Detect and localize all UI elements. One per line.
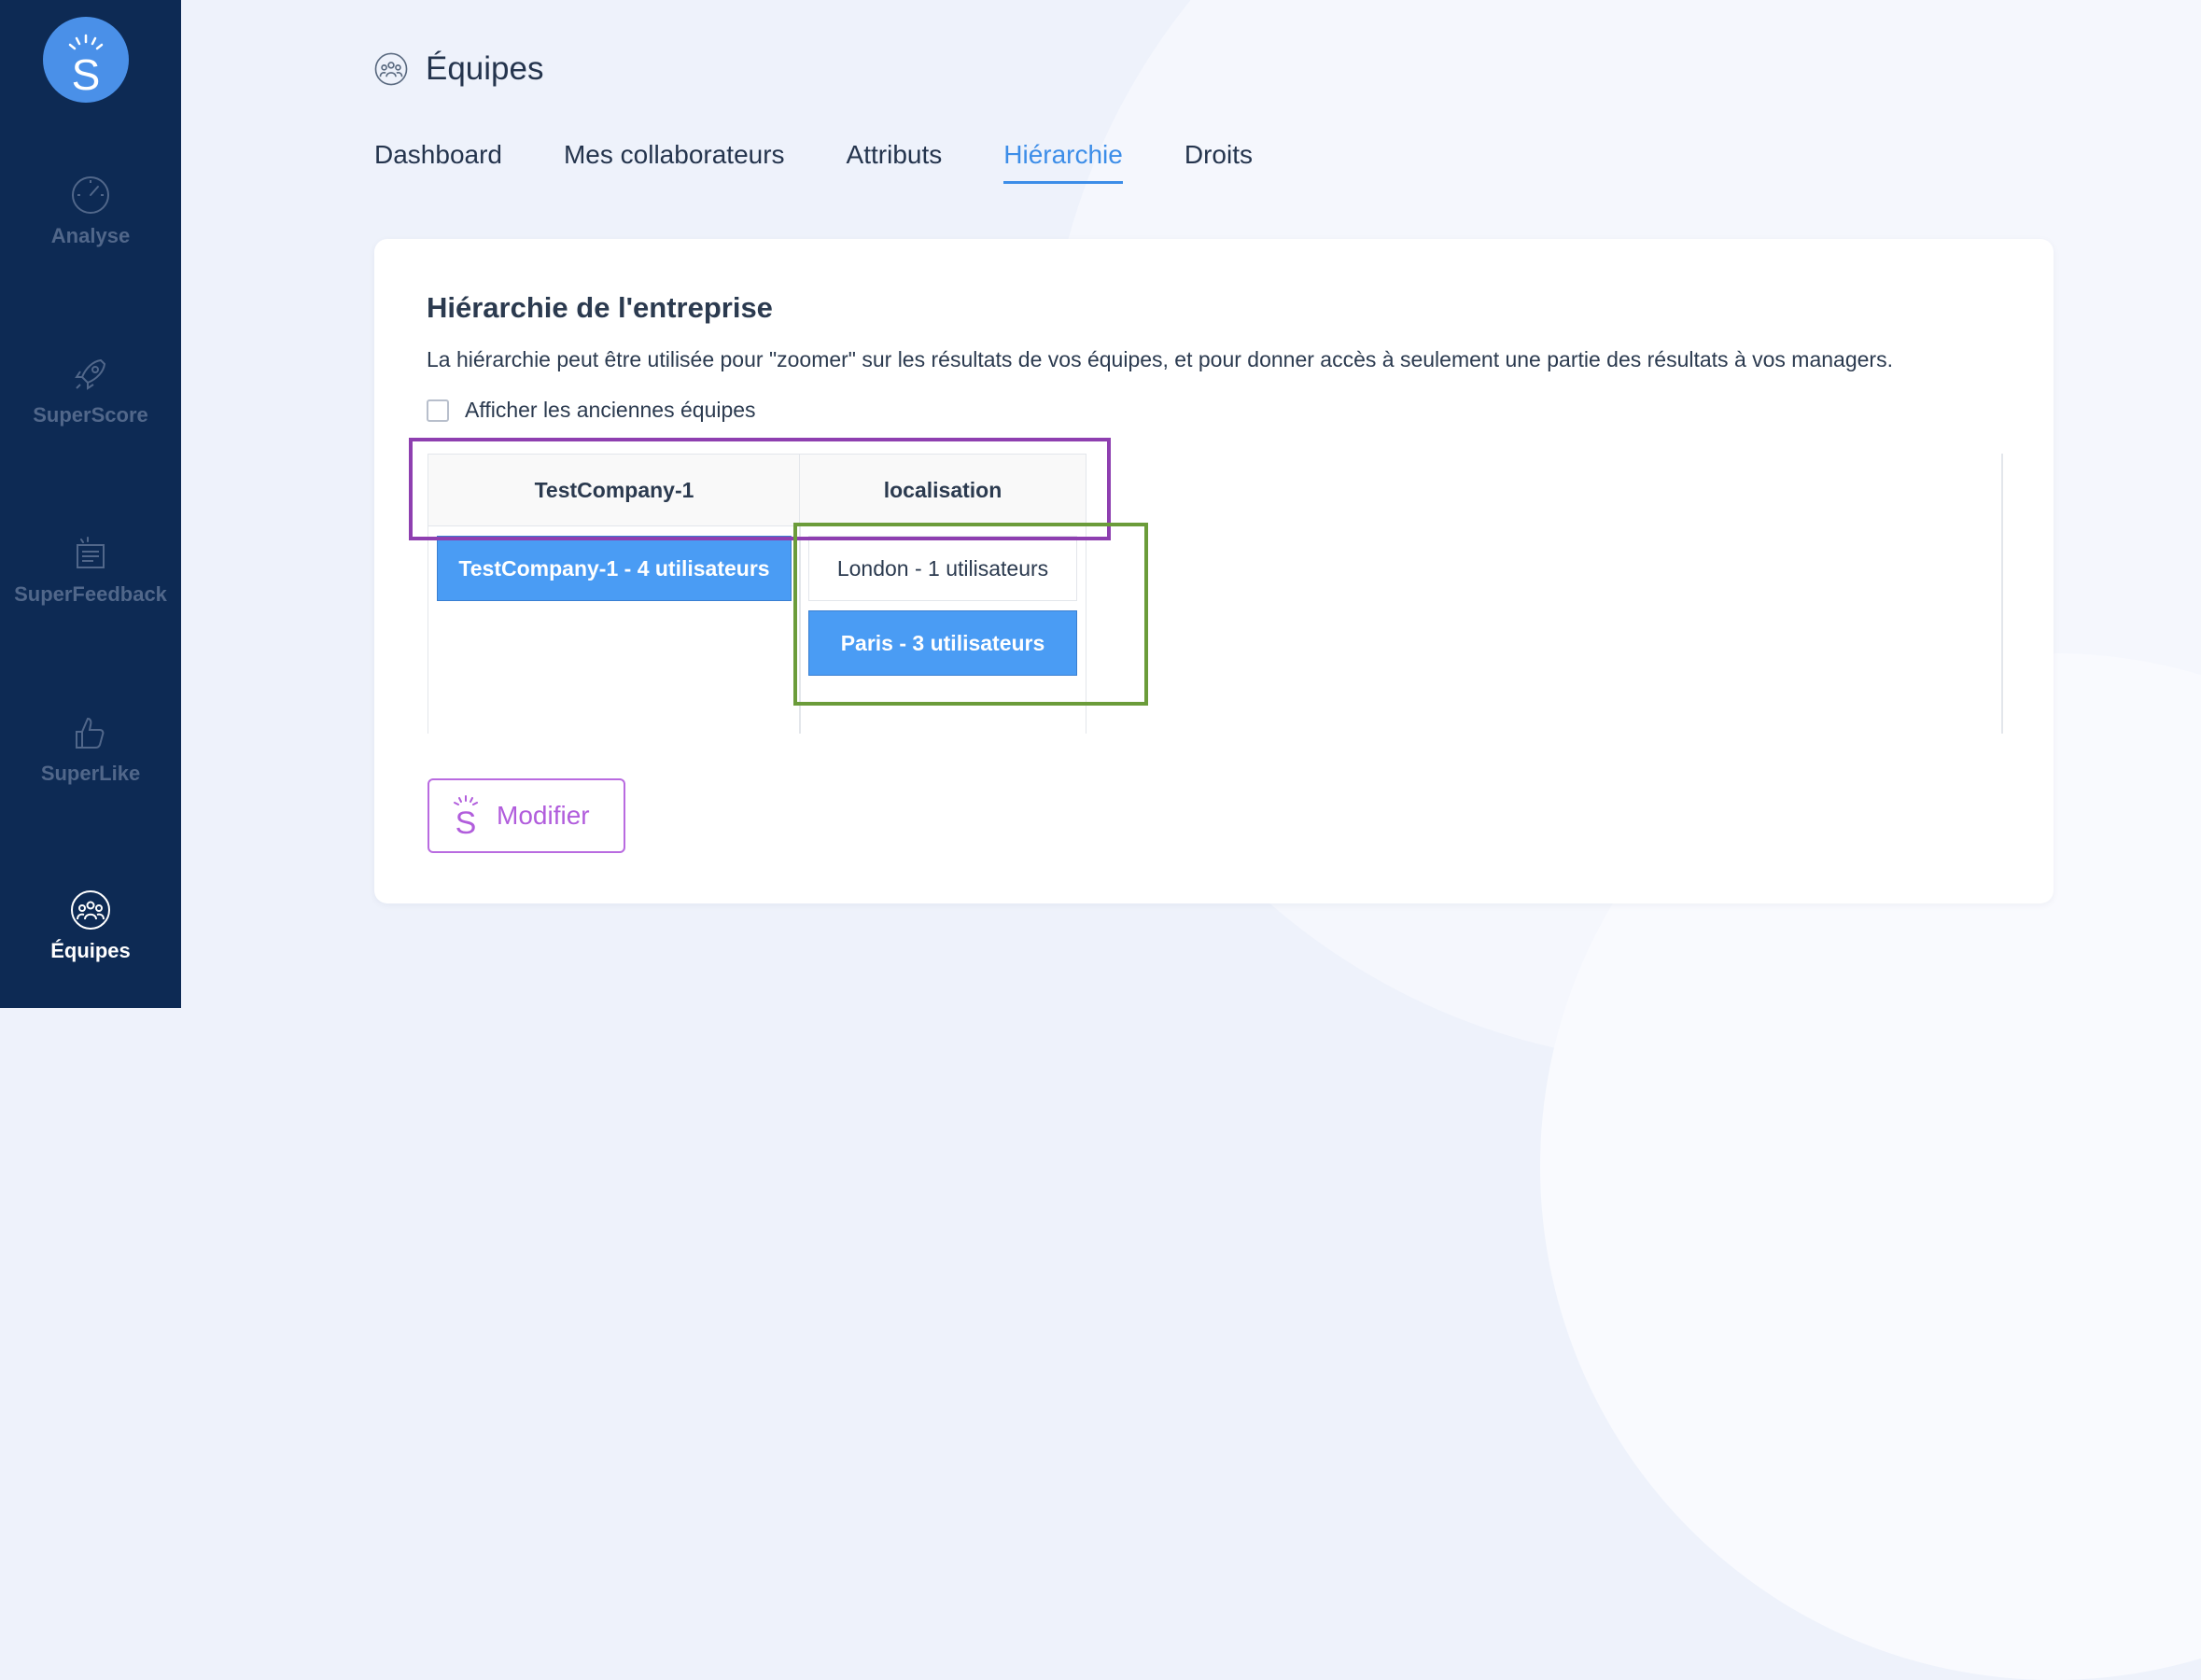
sidebar-item-analyse[interactable]: Analyse: [0, 174, 181, 248]
sidebar-item-label: Analyse: [50, 224, 131, 247]
show-old-teams-row[interactable]: Afficher les anciennes équipes: [427, 398, 756, 423]
node-testcompany[interactable]: TestCompany-1 - 4 utilisateurs: [437, 536, 792, 601]
team-icon: [71, 890, 110, 930]
tab-hierarchie[interactable]: Hiérarchie: [1003, 140, 1123, 184]
page-header: Équipes: [373, 43, 543, 95]
tab-bar: Dashboard Mes collaborateurs Attributs H…: [374, 140, 1314, 184]
svg-text:S: S: [456, 805, 477, 837]
gauge-icon: [72, 176, 109, 214]
modify-button[interactable]: S Modifier: [428, 778, 625, 853]
tab-attributs[interactable]: Attributs: [847, 140, 943, 184]
sidebar-item-label: Équipes: [50, 939, 131, 962]
logo-icon: S: [68, 34, 104, 99]
modify-button-label: Modifier: [497, 801, 590, 830]
logo[interactable]: S: [43, 17, 129, 103]
sidebar-item-superfeedback[interactable]: SuperFeedback: [0, 532, 181, 607]
sidebar-item-label: SuperLike: [40, 762, 141, 785]
sidebar-item-label: SuperFeedback: [14, 582, 167, 606]
team-icon: [374, 52, 408, 86]
feedback-icon: [77, 537, 105, 568]
rocket-icon: [75, 358, 106, 390]
s-logo-icon: S: [454, 795, 478, 837]
sidebar-item-label: SuperScore: [33, 403, 148, 427]
card-description: La hiérarchie peut être utilisée pour "z…: [427, 347, 1893, 371]
sidebar-item-superlike[interactable]: SuperLike: [0, 711, 181, 786]
svg-text:S: S: [72, 50, 101, 99]
tab-droits[interactable]: Droits: [1185, 140, 1253, 184]
card-title: Hiérarchie de l'entreprise: [427, 291, 773, 324]
thumbs-up-icon: [76, 717, 105, 749]
hierarchy-right-border: [2001, 454, 2003, 734]
sidebar: S Analyse SuperScore SuperFeedback Super…: [0, 0, 181, 1008]
page-title: Équipes: [426, 50, 544, 87]
show-old-teams-checkbox[interactable]: [427, 399, 449, 422]
hierarchy-card: Hiérarchie de l'entreprise La hiérarchie…: [374, 239, 2054, 903]
tab-dashboard[interactable]: Dashboard: [374, 140, 502, 184]
sidebar-item-superscore[interactable]: SuperScore: [0, 353, 181, 427]
sidebar-item-equipes[interactable]: Équipes: [0, 889, 181, 963]
tab-mes-collaborateurs[interactable]: Mes collaborateurs: [564, 140, 785, 184]
highlight-box-green: [793, 523, 1148, 706]
show-old-teams-label: Afficher les anciennes équipes: [465, 398, 756, 422]
